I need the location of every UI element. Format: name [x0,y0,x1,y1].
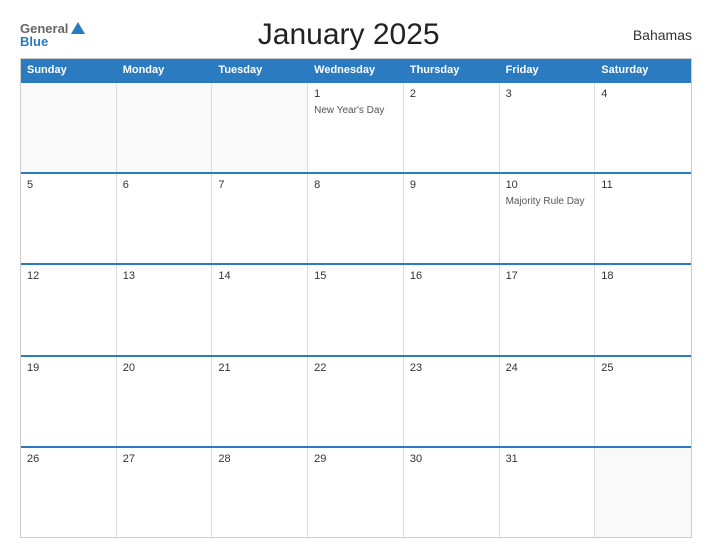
holiday-label: Majority Rule Day [506,195,589,208]
calendar-page: General Blue January 2025 Bahamas Sunday… [0,0,712,550]
calendar-cell: 24 [500,357,596,446]
calendar-week-5: 26 27 28 29 30 31 [21,446,691,537]
day-number: 9 [410,179,493,191]
calendar-cell: 15 [308,265,404,354]
calendar-cell: 12 [21,265,117,354]
calendar-cell: 26 [21,448,117,537]
day-number: 24 [506,362,589,374]
day-number: 22 [314,362,397,374]
day-number: 16 [410,270,493,282]
calendar-cell: 18 [595,265,691,354]
calendar-cell: 1 New Year's Day [308,83,404,172]
day-number: 8 [314,179,397,191]
day-number: 15 [314,270,397,282]
holiday-label: New Year's Day [314,104,397,117]
calendar-week-2: 5 67 8 9 10 Majority Rule Day 11 [21,172,691,263]
calendar-cell: 22 [308,357,404,446]
day-of-week-friday: Friday [500,59,596,81]
calendar-cell: 14 [212,265,308,354]
month-title: January 2025 [85,18,612,52]
calendar-cell: 20 [117,357,213,446]
day-number: 29 [314,453,397,465]
calendar-cell: 2 [404,83,500,172]
day-number: 3 [506,88,589,100]
calendar-cell: 31 [500,448,596,537]
calendar-cell: 21 [212,357,308,446]
calendar-header-row: SundayMondayTuesdayWednesdayThursdayFrid… [21,59,691,81]
calendar-week-3: 12 13 14 15 16 17 18 [21,263,691,354]
day-number: 18 [601,270,685,282]
calendar-cell: 3 [500,83,596,172]
calendar-cell: 9 [404,174,500,263]
day-number: 7 [218,179,301,191]
calendar-cell: 16 [404,265,500,354]
day-of-week-thursday: Thursday [404,59,500,81]
calendar-cell: 25 [595,357,691,446]
day-number: 28 [218,453,301,465]
day-number: 19 [27,362,110,374]
day-number: 31 [506,453,589,465]
day-number: 21 [218,362,301,374]
calendar-cell: 7 [212,174,308,263]
calendar-cell [21,83,117,172]
day-number: 23 [410,362,493,374]
logo: General Blue [20,22,85,48]
calendar-cell: 8 [308,174,404,263]
calendar-cell: 29 [308,448,404,537]
country-label: Bahamas [612,27,692,43]
day-number: 2 [410,88,493,100]
day-number: 26 [27,453,110,465]
calendar-cell: 23 [404,357,500,446]
day-number: 4 [601,88,685,100]
calendar-cell: 11 [595,174,691,263]
day-number: 13 [123,270,206,282]
calendar-cell: 13 [117,265,213,354]
day-of-week-sunday: Sunday [21,59,117,81]
day-number: 27 [123,453,206,465]
calendar-cell: 10 Majority Rule Day [500,174,596,263]
calendar-cell: 19 [21,357,117,446]
day-number: 12 [27,270,110,282]
logo-triangle-icon [71,22,85,34]
day-number: 6 [123,179,206,191]
calendar-cell: 5 [21,174,117,263]
calendar-cell [117,83,213,172]
day-number: 1 [314,88,397,100]
calendar-week-4: 19 20 21 22 23 24 25 [21,355,691,446]
day-number: 17 [506,270,589,282]
calendar-cell: 28 [212,448,308,537]
day-of-week-monday: Monday [117,59,213,81]
calendar-grid: SundayMondayTuesdayWednesdayThursdayFrid… [20,58,692,538]
day-number: 25 [601,362,685,374]
day-of-week-tuesday: Tuesday [212,59,308,81]
day-number: 5 [27,179,110,191]
day-number: 20 [123,362,206,374]
logo-blue-text: Blue [20,35,48,48]
calendar-cell: 17 [500,265,596,354]
calendar-body: 1New Year's Day2345678910Majority Rule D… [21,81,691,537]
day-number: 14 [218,270,301,282]
calendar-header: General Blue January 2025 Bahamas [20,18,692,52]
calendar-cell [212,83,308,172]
calendar-cell [595,448,691,537]
calendar-week-1: 1 New Year's Day 2 34 [21,81,691,172]
calendar-cell: 6 [117,174,213,263]
day-number: 10 [506,179,589,191]
calendar-cell: 27 [117,448,213,537]
calendar-cell: 4 [595,83,691,172]
day-number: 11 [601,179,685,191]
day-of-week-saturday: Saturday [595,59,691,81]
day-of-week-wednesday: Wednesday [308,59,404,81]
day-number: 30 [410,453,493,465]
calendar-cell: 30 [404,448,500,537]
